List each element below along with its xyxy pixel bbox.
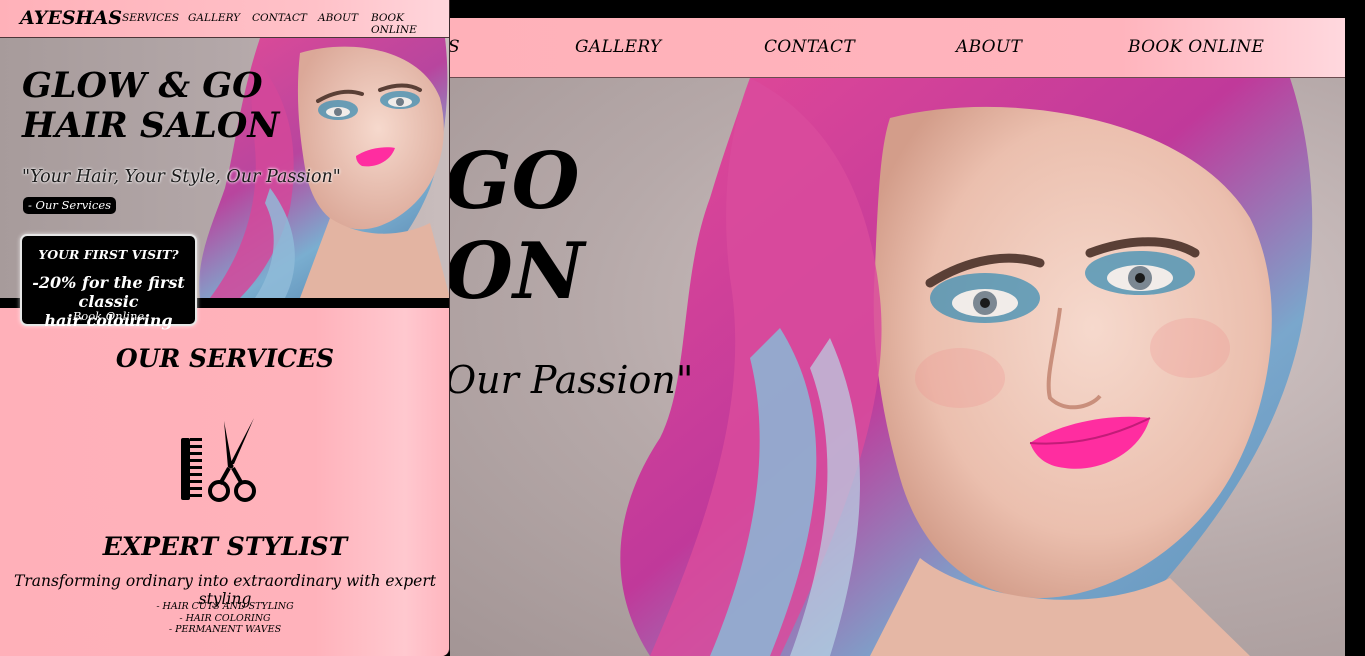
services-section: OUR SERVICES EXPERT STYLIST Transforming… [0, 308, 449, 656]
mobile-window: AYESHAS SERVICES GALLERY CONTACT ABOUT B… [0, 0, 450, 656]
desktop-hero-title-line2: ON [450, 226, 585, 317]
hero-tagline: "Your Hair, Your Style, Our Passion" [22, 167, 341, 187]
comb-and-scissors-icon [181, 418, 256, 502]
mobile-navbar: AYESHAS SERVICES GALLERY CONTACT ABOUT B… [0, 0, 449, 38]
expert-stylist-title: EXPERT STYLIST [102, 532, 348, 561]
promo-question: YOUR FIRST VISIT? [38, 247, 179, 262]
desktop-nav-book-online[interactable]: BOOK ONLINE [1128, 37, 1264, 57]
nav-about[interactable]: ABOUT [318, 12, 358, 24]
first-visit-promo-card[interactable]: YOUR FIRST VISIT? -20% for the first cla… [20, 234, 197, 330]
our-services-button[interactable]: - Our Services [23, 197, 117, 214]
site-logo[interactable]: AYESHAS [20, 7, 122, 29]
desktop-nav-gallery[interactable]: GALLERY [575, 37, 661, 57]
service-item-coloring: - HAIR COLORING [179, 612, 271, 624]
services-heading: OUR SERVICES [115, 344, 335, 373]
desktop-navbar: S GALLERY CONTACT ABOUT BOOK ONLINE [450, 18, 1345, 78]
service-item-waves: - PERMANENT WAVES [168, 624, 282, 635]
promo-offer-line1: -20% for the first classic [32, 273, 185, 311]
services-list: - HAIR CUTS AND STYLING - HAIR COLORING … [0, 601, 449, 636]
nav-gallery[interactable]: GALLERY [188, 12, 240, 24]
service-item-haircuts: - HAIR CUTS AND STYLING [156, 601, 294, 612]
desktop-nav-services-partial[interactable]: S [450, 37, 460, 57]
nav-book-online[interactable]: BOOK ONLINE [371, 12, 449, 36]
nav-services[interactable]: SERVICES [122, 12, 179, 24]
desktop-hero-title-line1: GO [450, 136, 580, 227]
nav-contact[interactable]: CONTACT [252, 12, 307, 24]
hero-title-line2: HAIR SALON [22, 105, 280, 146]
desktop-nav-about[interactable]: ABOUT [956, 37, 1022, 57]
hero-title: GLOW & GO HAIR SALON [22, 66, 279, 146]
desktop-nav-contact[interactable]: CONTACT [764, 37, 855, 57]
desktop-hero-tagline: Our Passion" [450, 358, 694, 402]
desktop-window: S GALLERY CONTACT ABOUT BOOK ONLINE [450, 18, 1345, 656]
hero-title-line1: GLOW & GO [22, 65, 263, 106]
promo-book-online-link[interactable]: Book Online [22, 309, 195, 323]
desktop-hero: GO ON Our Passion" [450, 78, 1345, 656]
